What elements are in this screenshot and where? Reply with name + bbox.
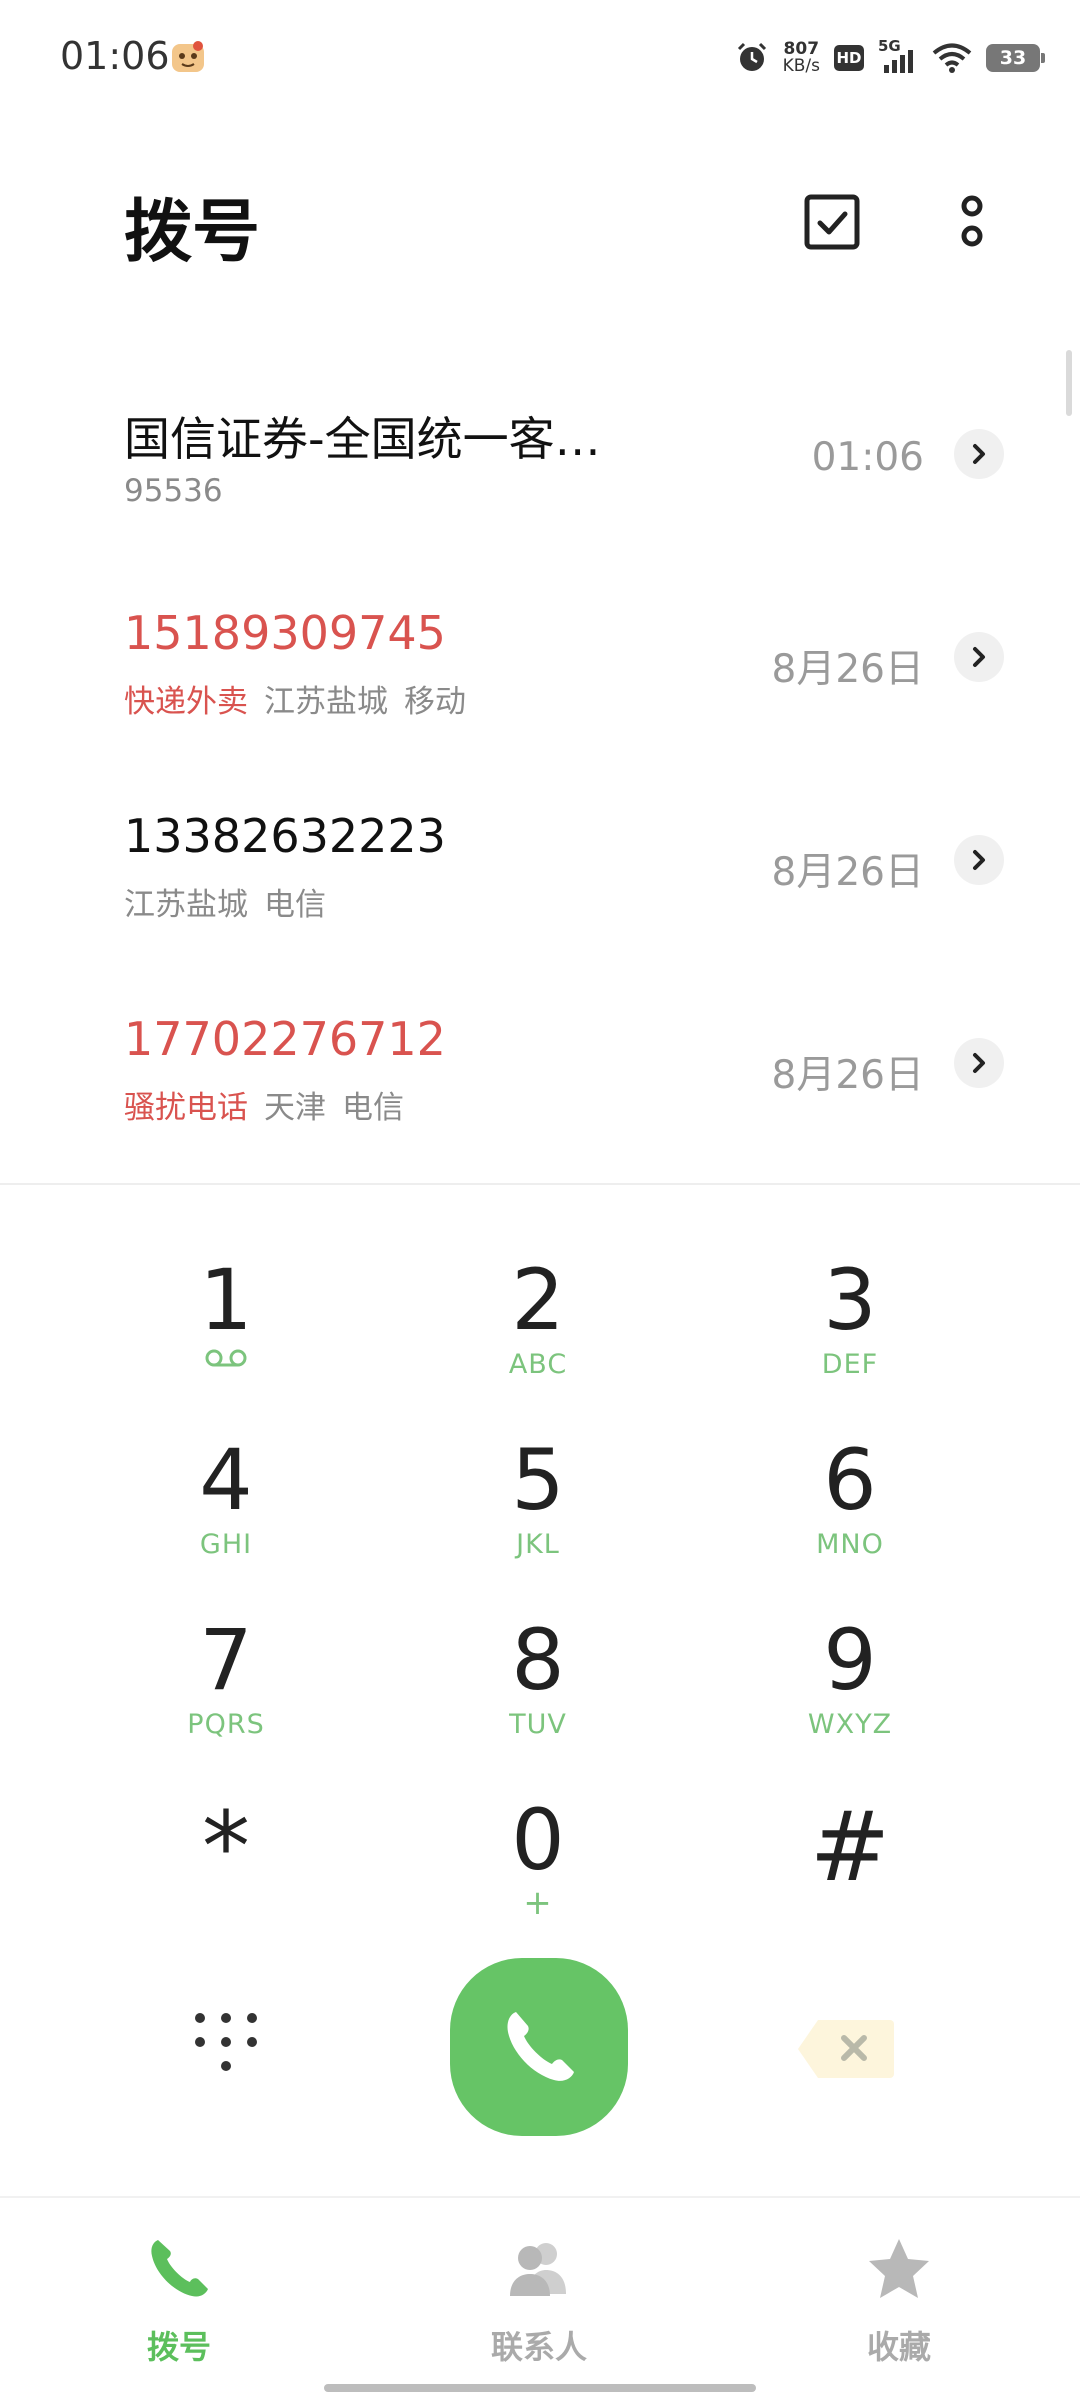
key-digit: 9 [823, 1611, 877, 1709]
call-log-row[interactable]: 15189309745 快递外卖 江苏盐城 移动 8月26日 [0, 556, 1080, 756]
call-time: 8月26日 [771, 1053, 924, 1098]
star-icon [869, 2239, 929, 2298]
phone-icon [507, 2012, 574, 2081]
key-8[interactable]: 8 TUV [418, 1612, 658, 1772]
call-detail-text: 电信 [264, 887, 326, 923]
key-digit: 4 [199, 1431, 253, 1529]
call-detail-button[interactable] [954, 835, 1004, 885]
phone-icon [151, 2240, 208, 2297]
page-title: 拨号 [124, 193, 261, 272]
key-letters: DEF [821, 1349, 879, 1380]
nav-tab-dialer[interactable]: 拨号 [79, 2236, 279, 2366]
key-7[interactable]: 7 PQRS [106, 1612, 346, 1772]
call-button[interactable] [450, 1958, 628, 2136]
home-indicator[interactable] [324, 2384, 756, 2392]
key-star[interactable]: * [106, 1792, 346, 1952]
call-detail-text: 电信 [342, 1090, 404, 1126]
call-detail-text: 江苏盐城 [264, 684, 388, 720]
backspace-icon[interactable] [796, 2018, 896, 2080]
call-details: 95536 [124, 473, 239, 509]
key-letters: MNO [816, 1529, 884, 1560]
call-name: 13382632223 [124, 809, 446, 863]
call-detail-text: 天津 [264, 1090, 326, 1126]
call-details: 快递外卖 江苏盐城 移动 [124, 676, 482, 721]
key-digit: 5 [511, 1431, 565, 1529]
wifi-icon [932, 43, 972, 73]
key-digit: 6 [823, 1431, 877, 1529]
call-time: 8月26日 [771, 647, 924, 692]
battery-icon: 33 [986, 44, 1045, 72]
call-name: 17702276712 [124, 1012, 446, 1066]
multi-select-icon[interactable] [800, 190, 864, 254]
key-0[interactable]: 0 + [418, 1792, 658, 1952]
call-detail-button[interactable] [954, 632, 1004, 682]
key-digit: 8 [511, 1611, 565, 1709]
key-hash[interactable]: # [730, 1792, 970, 1952]
network-speed: 807 KB/s [783, 41, 820, 75]
cellular-signal: 5G [878, 37, 918, 75]
key-letters: PQRS [187, 1709, 265, 1740]
dialpad-toggle-icon[interactable] [186, 2006, 266, 2086]
call-name: 15189309745 [124, 606, 446, 660]
voicemail-icon [106, 1348, 346, 1382]
key-letters: JKL [516, 1529, 560, 1560]
alarm-icon [737, 42, 766, 71]
key-letters: WXYZ [807, 1709, 893, 1740]
key-5[interactable]: 5 JKL [418, 1432, 658, 1592]
key-digit: 3 [823, 1251, 877, 1349]
call-tag: 骚扰电话 [124, 1090, 248, 1126]
call-name: 国信证券-全国统一客… [124, 412, 601, 466]
nav-label-contacts: 联系人 [490, 2328, 587, 2366]
key-digit: 0 [511, 1791, 565, 1889]
call-detail-text: 江苏盐城 [124, 887, 248, 923]
chevron-right-icon [973, 1053, 985, 1073]
key-digit: 7 [199, 1611, 253, 1709]
call-time: 8月26日 [771, 850, 924, 895]
bottom-nav-divider [0, 2196, 1080, 2198]
call-log-row[interactable]: 国信证券-全国统一客… 95536 01:06 [0, 353, 1080, 553]
call-detail-text: 95536 [124, 473, 223, 509]
key-6[interactable]: 6 MNO [730, 1432, 970, 1592]
key-2[interactable]: 2 ABC [418, 1252, 658, 1412]
chevron-right-icon [973, 444, 985, 464]
nav-label-favorites: 收藏 [866, 2328, 931, 2366]
more-options-icon[interactable] [940, 190, 1004, 254]
call-detail-button[interactable] [954, 1038, 1004, 1088]
key-letters: GHI [199, 1529, 253, 1560]
hd-badge: HD [834, 45, 864, 71]
signal-bars-icon [884, 50, 913, 73]
nav-label-dialer: 拨号 [146, 2328, 211, 2366]
network-speed-unit: KB/s [782, 56, 820, 76]
key-digit: * [202, 1791, 250, 1903]
key-3[interactable]: 3 DEF [730, 1252, 970, 1412]
call-details: 骚扰电话 天津 电信 [124, 1082, 420, 1127]
chevron-right-icon [973, 850, 985, 870]
call-detail-button[interactable] [954, 429, 1004, 479]
call-details: 江苏盐城 电信 [124, 879, 342, 924]
status-time: 01:06 [60, 34, 170, 78]
key-digit: 2 [511, 1251, 565, 1349]
call-tag: 快递外卖 [124, 684, 248, 720]
call-detail-text: 移动 [404, 684, 466, 720]
call-time: 01:06 [811, 435, 924, 480]
key-digit: # [809, 1791, 891, 1903]
list-keypad-divider [0, 1183, 1080, 1185]
notification-app-icon [172, 41, 204, 72]
key-1[interactable]: 1 [106, 1252, 346, 1412]
contacts-icon [510, 2243, 566, 2296]
chevron-right-icon [973, 647, 985, 667]
key-letters: ABC [508, 1349, 568, 1380]
nav-tab-favorites[interactable]: 收藏 [799, 2236, 999, 2366]
key-digit: 1 [199, 1251, 253, 1349]
key-4[interactable]: 4 GHI [106, 1432, 346, 1592]
key-letters: + [523, 1883, 553, 1923]
call-log-row[interactable]: 17702276712 骚扰电话 天津 电信 8月26日 [0, 962, 1080, 1162]
status-bar: 01:06 807 KB/s HD 5G 33 [0, 0, 1080, 120]
key-letters: TUV [509, 1709, 567, 1740]
key-9[interactable]: 9 WXYZ [730, 1612, 970, 1772]
nav-tab-contacts[interactable]: 联系人 [439, 2236, 639, 2366]
call-log-row[interactable]: 13382632223 江苏盐城 电信 8月26日 [0, 759, 1080, 959]
